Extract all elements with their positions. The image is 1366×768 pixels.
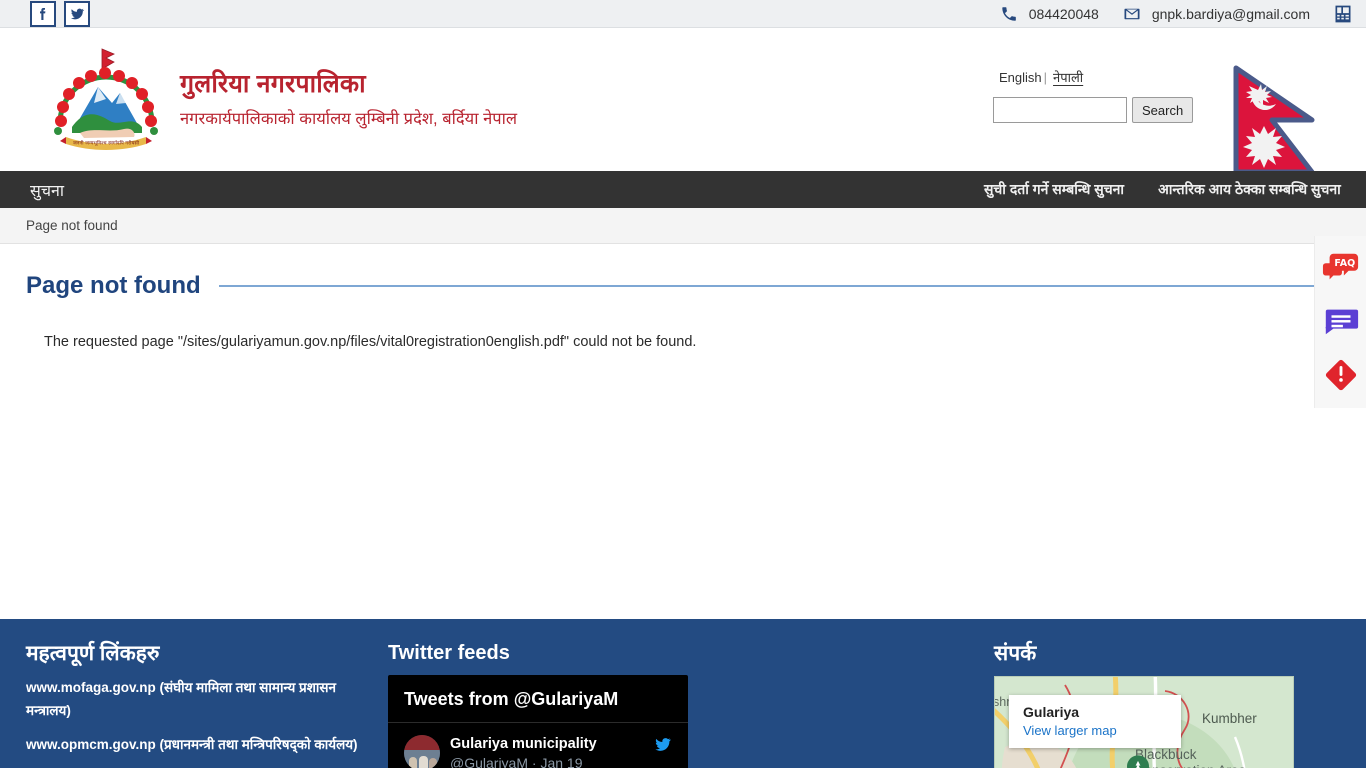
footer-link-0[interactable]: www.mofaga.gov.np (संघीय मामिला तथा सामा… bbox=[26, 676, 366, 722]
map-label-kumbher: Kumbher bbox=[1202, 711, 1257, 727]
language-switcher: English | नेपाली bbox=[993, 68, 1198, 86]
map-card-title: Gulariya bbox=[1023, 704, 1080, 721]
nav-item-0[interactable]: सुची दर्ता गर्ने सम्बन्धि सुचना bbox=[984, 180, 1124, 199]
email-icon bbox=[1121, 5, 1143, 23]
site-identity: गुलरिया नगरपालिका नगरकार्यपालिकाको कार्य… bbox=[180, 69, 517, 131]
nav-item-suchana[interactable]: सुचना bbox=[0, 179, 64, 201]
floating-side-widgets: FAQ bbox=[1314, 236, 1366, 408]
tweet-author-name[interactable]: Gulariya municipality bbox=[450, 735, 643, 753]
nepal-emblem-icon[interactable]: जननी जन्मभूमिश्च स्वर्गादपि गरीयसी bbox=[46, 45, 166, 155]
map-label-blackbuck: Blackbuck Conservation Area bbox=[1135, 747, 1246, 768]
search-button[interactable]: Search bbox=[1132, 97, 1194, 123]
twitter-icon[interactable] bbox=[64, 0, 90, 27]
map-info-card: Gulariya View larger map bbox=[1009, 695, 1181, 749]
avatar bbox=[404, 735, 440, 768]
footer-twitter-column: Twitter feeds Tweets from @GulariyaM Gul… bbox=[388, 641, 718, 768]
footer-contact-column: संपर्क Kumbher Blackbuck Gulariya View l… bbox=[994, 641, 1340, 768]
contact-info: 084420048 gnpk.bardiya@gmail.com bbox=[998, 5, 1354, 23]
fax-contact[interactable] bbox=[1332, 5, 1354, 23]
google-map[interactable]: shree पदनाहा Kumbher Blackbuck Conservat… bbox=[994, 676, 1294, 768]
nav-items: सुची दर्ता गर्ने सम्बन्धि सुचना आन्तरिक … bbox=[984, 180, 1366, 199]
tweet-author-handle: @GulariyaM · Jan 19 bbox=[450, 755, 583, 768]
twitter-widget: Tweets from @GulariyaM Gulariya municipa… bbox=[388, 675, 688, 768]
feedback-icon[interactable] bbox=[1322, 302, 1360, 340]
twitter-bird-icon[interactable] bbox=[653, 735, 672, 759]
footer-links-column: महत्वपूर्ण लिंकहरु www.mofaga.gov.np (सं… bbox=[26, 641, 366, 768]
alert-icon[interactable] bbox=[1322, 356, 1360, 394]
search-input[interactable] bbox=[993, 97, 1127, 123]
site-header: जननी जन्मभूमिश्च स्वर्गादपि गरीयसी गुलरि… bbox=[0, 28, 1366, 175]
tweet-author-names: Gulariya municipality @GulariyaM · Jan 1… bbox=[450, 735, 643, 768]
view-larger-map-link[interactable]: View larger map bbox=[1023, 723, 1167, 738]
site-footer: महत्वपूर्ण लिंकहरु www.mofaga.gov.np (सं… bbox=[0, 619, 1366, 768]
svg-text:FAQ: FAQ bbox=[1334, 258, 1355, 269]
footer-spacer bbox=[718, 641, 994, 768]
page-title: Page not found bbox=[26, 272, 201, 299]
footer-link-1[interactable]: www.opmcm.gov.np (प्रधानमन्त्री तथा मन्त… bbox=[26, 733, 366, 756]
error-message: The requested page "/sites/gulariyamun.g… bbox=[44, 334, 697, 350]
faq-icon[interactable]: FAQ bbox=[1322, 248, 1360, 286]
email-contact[interactable]: gnpk.bardiya@gmail.com bbox=[1121, 5, 1310, 23]
main-navigation: सुचना सुची दर्ता गर्ने सम्बन्धि सुचना आन… bbox=[0, 171, 1366, 208]
page-title-row: Page not found bbox=[26, 272, 1340, 300]
breadcrumb: Page not found bbox=[0, 208, 1366, 244]
svg-text:जननी जन्मभूमिश्च स्वर्गादपि गर: जननी जन्मभूमिश्च स्वर्गादपि गरीयसी bbox=[73, 139, 140, 146]
tweet-author-row: Gulariya municipality @GulariyaM · Jan 1… bbox=[404, 735, 672, 768]
social-links bbox=[30, 0, 90, 27]
language-nepali[interactable]: नेपाली bbox=[1053, 70, 1083, 85]
phone-number: 084420048 bbox=[1028, 5, 1099, 22]
twitter-heading: Twitter feeds bbox=[388, 642, 510, 664]
phone-icon bbox=[998, 5, 1020, 23]
email-address: gnpk.bardiya@gmail.com bbox=[1151, 5, 1310, 22]
fax-icon bbox=[1332, 5, 1354, 23]
site-title: गुलरिया नगरपालिका bbox=[180, 69, 366, 98]
twitter-widget-title[interactable]: Tweets from @GulariyaM bbox=[404, 689, 672, 710]
language-separator: | bbox=[1043, 70, 1048, 85]
site-subtitle: नगरकार्यपालिकाको कार्यालय लुम्बिनी प्रदे… bbox=[180, 109, 518, 128]
footer-links-heading: महत्वपूर्ण लिंकहरु bbox=[26, 642, 160, 665]
search-form: Search bbox=[993, 97, 1198, 123]
header-tools: English | नेपाली Search bbox=[993, 68, 1198, 123]
facebook-icon[interactable] bbox=[30, 0, 56, 27]
top-utility-bar: 084420048 gnpk.bardiya@gmail.com bbox=[0, 0, 1366, 28]
language-english[interactable]: English bbox=[999, 70, 1042, 85]
twitter-widget-header: Tweets from @GulariyaM bbox=[388, 675, 688, 723]
nav-item-1[interactable]: आन्तरिक आय ठेक्का सम्बन्धि सुचना bbox=[1158, 180, 1341, 199]
tweet: Gulariya municipality @GulariyaM · Jan 1… bbox=[388, 723, 688, 768]
phone-contact[interactable]: 084420048 bbox=[998, 5, 1099, 23]
main-content: Page not found The requested page "/site… bbox=[0, 244, 1366, 619]
map-pin-blackbuck-icon bbox=[1127, 755, 1149, 768]
title-divider bbox=[218, 285, 1340, 287]
breadcrumb-current: Page not found bbox=[26, 218, 118, 233]
contact-heading: संपर्क bbox=[994, 642, 1037, 665]
